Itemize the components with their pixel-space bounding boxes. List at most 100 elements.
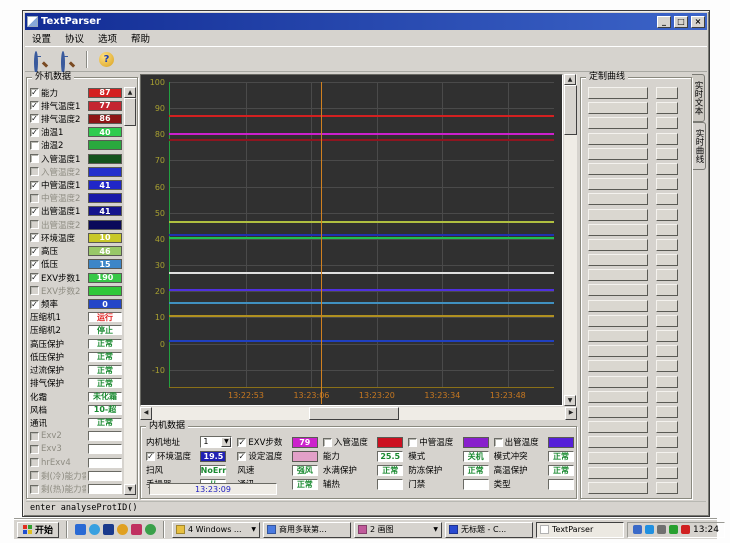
tray-icon-2[interactable] [645,525,654,534]
tray-icon-3[interactable] [657,525,666,534]
curve-slot[interactable] [588,269,648,281]
curve-slot[interactable] [588,178,648,190]
curve-slot[interactable] [588,102,648,114]
row-checkbox[interactable] [30,194,39,203]
scroll-track[interactable] [564,85,577,395]
curve-slot[interactable] [588,300,648,312]
row-checkbox[interactable]: ✓ [30,88,39,97]
curve-slot[interactable] [588,284,648,296]
menu-item[interactable]: 协议 [58,31,91,45]
curve-slot[interactable] [588,452,648,464]
curve-slot-small[interactable] [656,452,678,464]
row-checkbox[interactable] [30,445,39,454]
curve-slot[interactable] [588,224,648,236]
curve-slot-small[interactable] [656,376,678,388]
taskbar-button[interactable]: 商用多联第... [263,522,351,538]
curve-slot[interactable] [588,163,648,175]
close-button[interactable]: × [691,16,705,28]
curve-slot[interactable] [588,391,648,403]
outdoor-scrollbar[interactable]: ▲ ▼ [124,87,136,495]
curve-slot-small[interactable] [656,133,678,145]
curve-slot-small[interactable] [656,360,678,372]
menu-item[interactable]: 设置 [25,31,58,45]
zoom-out-button[interactable] [55,49,80,70]
row-checkbox[interactable]: ✓ [30,300,39,309]
curve-slot[interactable] [588,467,648,479]
scroll-right-icon[interactable]: ▶ [565,407,577,420]
curve-slot[interactable] [588,376,648,388]
curve-slot[interactable] [588,148,648,160]
curve-slot-small[interactable] [656,193,678,205]
row-checkbox[interactable] [30,458,39,467]
menu-item[interactable]: 帮助 [124,31,157,45]
curve-slot-small[interactable] [656,436,678,448]
indoor-address-dropdown[interactable]: 1▼ [200,436,232,448]
row-checkbox[interactable] [30,432,39,441]
quicklaunch-icon-1[interactable] [75,524,86,535]
row-checkbox[interactable]: ✓ [30,181,39,190]
minimize-button[interactable]: _ [657,16,671,28]
maximize-button[interactable]: □ [674,16,688,28]
row-checkbox[interactable]: ✓ [30,128,39,137]
quicklaunch-icon-6[interactable] [145,524,156,535]
curve-slot-small[interactable] [656,315,678,327]
curve-slot-small[interactable] [656,421,678,433]
scroll-down-icon[interactable]: ▼ [564,395,576,406]
scroll-down-icon[interactable]: ▼ [124,484,136,495]
curve-slot-small[interactable] [656,254,678,266]
scroll-thumb[interactable] [124,98,136,126]
curve-slot-small[interactable] [656,391,678,403]
quicklaunch-icon-3[interactable] [103,524,114,535]
curve-slot-small[interactable] [656,330,678,342]
curve-slot-small[interactable] [656,163,678,175]
scroll-track[interactable] [124,98,136,484]
taskbar-button[interactable]: 2 画图▼ [354,522,442,538]
start-button[interactable]: 开始 [17,522,59,538]
menu-item[interactable]: 选项 [91,31,124,45]
row-checkbox[interactable] [30,471,39,480]
zoom-in-button[interactable] [28,49,53,70]
curve-slot-small[interactable] [656,482,678,494]
curve-slot[interactable] [588,345,648,357]
curve-slot[interactable] [588,87,648,99]
row-checkbox[interactable]: ✓ [30,247,39,256]
curve-slot-small[interactable] [656,224,678,236]
curve-slot[interactable] [588,482,648,494]
curve-slot[interactable] [588,254,648,266]
row-checkbox[interactable]: ✓ [30,101,39,110]
curve-slot-small[interactable] [656,467,678,479]
curve-slot-small[interactable] [656,284,678,296]
curve-slot-small[interactable] [656,148,678,160]
curve-slot-small[interactable] [656,300,678,312]
row-checkbox[interactable] [30,220,39,229]
curve-slot[interactable] [588,193,648,205]
row-checkbox[interactable]: ✓ [30,114,39,123]
help-button[interactable]: ? [94,49,119,70]
curve-slot[interactable] [588,117,648,129]
row-checkbox[interactable]: ✓ [30,207,39,216]
row-checkbox[interactable] [30,167,39,176]
row-checkbox[interactable]: ✓ [30,233,39,242]
scroll-thumb[interactable] [564,85,577,135]
tray-icon-4[interactable] [669,525,678,534]
chart-cursor[interactable] [321,82,322,404]
curve-slot[interactable] [588,133,648,145]
taskbar-button[interactable]: TextParser [536,522,624,538]
row-checkbox[interactable] [30,154,39,163]
row-checkbox[interactable] [323,438,332,447]
tray-icon-5[interactable] [681,525,690,534]
row-checkbox[interactable]: ✓ [237,452,246,461]
scroll-up-icon[interactable]: ▲ [564,74,576,85]
taskbar-button[interactable]: 4 Windows ...▼ [172,522,260,538]
row-checkbox[interactable] [30,485,39,494]
curve-slot[interactable] [588,421,648,433]
row-checkbox[interactable] [408,438,417,447]
chart-horizontal-scrollbar[interactable]: ◀ ▶ [140,407,577,420]
row-checkbox[interactable] [494,438,503,447]
scroll-thumb[interactable] [309,407,399,420]
curve-slot-small[interactable] [656,406,678,418]
curve-slot-small[interactable] [656,117,678,129]
scroll-left-icon[interactable]: ◀ [140,407,152,420]
curve-slot[interactable] [588,209,648,221]
scroll-up-icon[interactable]: ▲ [124,87,136,98]
